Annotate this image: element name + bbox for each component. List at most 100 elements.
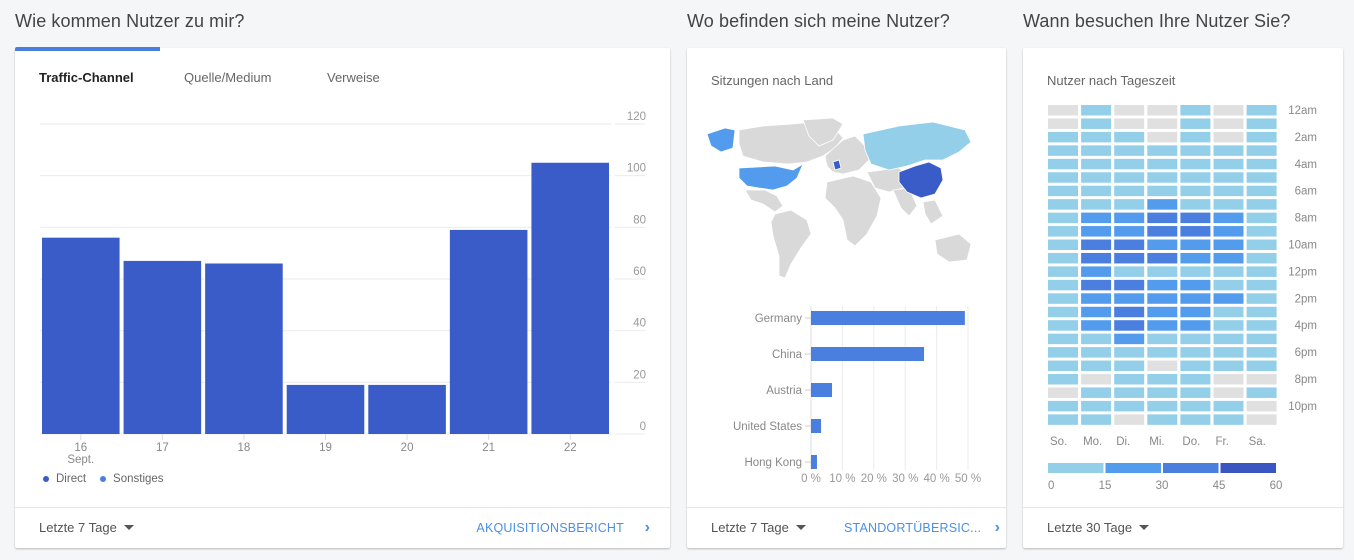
scale-segment	[1048, 463, 1104, 473]
row-label: 2am	[1295, 132, 1317, 144]
heat-cell	[1180, 185, 1211, 197]
row-label: 10pm	[1288, 401, 1317, 413]
heat-cell	[1048, 145, 1078, 156]
tab-referrals[interactable]: Verweise	[327, 70, 380, 85]
x-tick-label: 40 %	[923, 473, 949, 485]
heat-cell	[1081, 172, 1112, 183]
x-tick-label: 22	[564, 442, 577, 454]
date-range-dropdown[interactable]: Letzte 30 Tage	[1047, 520, 1150, 535]
heat-cell	[1114, 306, 1145, 318]
heat-cell	[1147, 360, 1178, 372]
legend-item-other[interactable]: Sonstiges	[100, 473, 164, 485]
heat-cell	[1180, 131, 1211, 143]
heat-cell	[1147, 118, 1178, 129]
tab-traffic-channel[interactable]: Traffic-Channel	[39, 70, 134, 85]
heat-cell	[1213, 118, 1244, 129]
legend-label: Sonstiges	[113, 473, 164, 485]
heat-cell	[1213, 293, 1244, 304]
column-label: Do.	[1182, 436, 1200, 448]
heat-cell	[1114, 185, 1145, 197]
acquisition-report-link[interactable]: AKQUISITIONSBERICHT	[476, 521, 624, 535]
legend-label: Direct	[56, 473, 87, 485]
map-country-usa	[738, 163, 804, 191]
scale-segment	[1220, 463, 1276, 473]
location-report-link[interactable]: STANDORTÜBERSIC...	[844, 521, 981, 535]
date-range-dropdown[interactable]: Letzte 7 Tage	[711, 520, 806, 535]
heat-cell	[1081, 360, 1112, 372]
tab-source-medium[interactable]: Quelle/Medium	[184, 70, 271, 85]
heat-cell	[1114, 414, 1145, 425]
heat-cell	[1180, 266, 1211, 277]
y-tick-label: 60	[633, 266, 646, 278]
row-label: 8pm	[1295, 374, 1317, 386]
row-label: 6am	[1295, 186, 1317, 198]
chevron-right-icon[interactable]: ›	[645, 519, 650, 537]
heat-cell	[1081, 118, 1112, 129]
chevron-right-icon[interactable]: ›	[995, 519, 1000, 537]
date-range-label: Letzte 7 Tage	[711, 520, 789, 535]
heat-cell	[1180, 252, 1211, 264]
heat-cell	[1180, 333, 1211, 345]
heat-cell	[1147, 374, 1178, 385]
heat-cell	[1048, 347, 1078, 358]
heat-cell	[1048, 266, 1078, 277]
caret-down-icon	[123, 525, 134, 530]
heat-cell	[1213, 320, 1244, 331]
x-tick-label: 16	[74, 442, 87, 454]
heat-cell	[1081, 105, 1112, 116]
y-tick-label: 120	[627, 111, 646, 123]
heat-cell	[1180, 414, 1211, 425]
card-footer: Letzte 30 Tage	[1023, 507, 1343, 548]
heat-cell	[1048, 414, 1078, 425]
heat-cell	[1081, 185, 1112, 197]
heat-cell	[1114, 118, 1145, 129]
heat-cell	[1147, 226, 1178, 237]
date-range-dropdown[interactable]: Letzte 7 Tage	[39, 520, 134, 535]
x-tick-label: 21	[482, 442, 495, 454]
heat-cell	[1147, 347, 1178, 358]
column-label: Di.	[1116, 436, 1130, 448]
heat-cell	[1180, 158, 1211, 170]
heat-cell	[1081, 320, 1112, 331]
x-tick-label: 30 %	[892, 473, 918, 485]
heat-cell	[1147, 185, 1178, 197]
heat-cell	[1246, 347, 1277, 358]
bar-20	[368, 384, 446, 434]
heat-cell	[1048, 131, 1078, 143]
heat-cell	[1048, 199, 1078, 210]
heat-cell	[1246, 293, 1277, 304]
heat-cell	[1114, 239, 1145, 250]
scale-segment	[1163, 463, 1219, 473]
heat-cell	[1048, 320, 1078, 331]
category-label: Hong Kong	[744, 457, 802, 469]
world-map[interactable]	[703, 116, 988, 286]
heat-cell	[1213, 185, 1244, 197]
heat-cell	[1147, 212, 1178, 224]
heat-cell	[1081, 199, 1112, 210]
date-range-label: Letzte 30 Tage	[1047, 520, 1133, 535]
category-label: China	[772, 349, 803, 361]
heat-cell	[1180, 105, 1211, 116]
heat-cell	[1147, 172, 1178, 183]
map-region-africa	[824, 175, 882, 247]
x-tick-label: 18	[238, 442, 251, 454]
heat-cell	[1114, 252, 1145, 264]
heat-cell	[1246, 387, 1277, 398]
heat-cell	[1213, 158, 1244, 170]
heat-cell	[1246, 158, 1277, 170]
heat-cell	[1048, 333, 1078, 345]
row-label: 4pm	[1295, 320, 1317, 332]
heat-cell	[1246, 374, 1277, 385]
heat-cell	[1246, 172, 1277, 183]
heat-cell	[1246, 306, 1277, 318]
heat-cell	[1114, 333, 1145, 345]
heat-cell	[1213, 226, 1244, 237]
heat-cell	[1180, 374, 1211, 385]
heat-cell	[1081, 212, 1112, 224]
legend-dot-icon	[43, 476, 49, 482]
bar-16	[42, 237, 120, 434]
legend-item-direct[interactable]: Direct	[43, 473, 86, 485]
time-heatmap: 12am 2am 4am 6am 8am 10am 12pm 2pm 4pm 6pm 8pm 10pm…	[1048, 105, 1317, 492]
heat-cell	[1246, 212, 1277, 224]
map-country-mexico	[744, 189, 784, 213]
